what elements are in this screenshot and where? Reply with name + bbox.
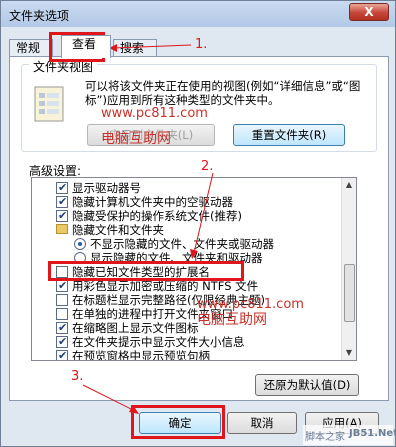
window-title: 文件夹选项 [9,9,70,23]
folder-view-icon [34,86,64,122]
tab-view[interactable]: 查看 [61,35,111,58]
restore-defaults-button[interactable]: 还原为默认值(D) [255,374,359,396]
radio-button[interactable] [74,238,86,250]
step-3-label: 3. [71,369,84,384]
folder-icon [56,224,68,234]
step-2-label: 2. [201,159,214,174]
checkbox[interactable] [56,348,68,360]
vertical-scrollbar[interactable]: ▲ ▼ [341,178,356,360]
highlight-ok-button [131,405,225,439]
setting-preview-handlers[interactable]: 在预览窗格中显示预览句柄 [32,348,342,361]
scroll-up-icon[interactable]: ▲ [342,178,356,192]
corner-watermark-site: 脚本之家 [305,432,345,443]
checkbox[interactable] [56,194,68,210]
watermark-brand-2: 电脑互助网 [197,312,267,328]
corner-watermark-domain: JB51.Net [349,428,396,439]
step-1-label: 1. [195,37,208,52]
checkbox[interactable] [56,334,68,350]
tab-general[interactable]: 常规 [9,39,53,57]
checkbox[interactable] [56,278,68,294]
scroll-thumb[interactable] [344,264,355,322]
checkbox[interactable] [56,294,68,306]
watermark-brand-1: 电脑互助网 [101,131,171,147]
setting-label: 在预览窗格中显示预览句柄 [72,349,210,361]
reset-folders-button[interactable]: 重置文件夹(R) [233,124,345,146]
close-button[interactable]: X [349,3,389,21]
checkbox[interactable] [56,320,68,336]
folder-options-dialog: 文件夹选项 X 常规 查看 搜索 文件夹视图 可以将该文件夹正在使用的视图(例如… [0,0,396,447]
checkbox[interactable] [56,180,68,196]
checkbox[interactable] [56,208,68,224]
cancel-button[interactable]: 取消 [227,412,297,434]
title-bar: 文件夹选项 X [1,1,395,27]
tab-search[interactable]: 搜索 [113,39,157,57]
corner-watermark: 脚本之家 JB51.Net [303,425,396,445]
folder-views-description: 可以将该文件夹正在使用的视图(例如“详细信息”或“图标”)应用到所有这种类型的文… [85,79,361,107]
checkbox[interactable] [56,308,68,320]
scroll-down-icon[interactable]: ▼ [342,346,356,360]
watermark-site-1: www.pc811.com [101,106,208,121]
highlight-hide-extensions [48,261,244,281]
